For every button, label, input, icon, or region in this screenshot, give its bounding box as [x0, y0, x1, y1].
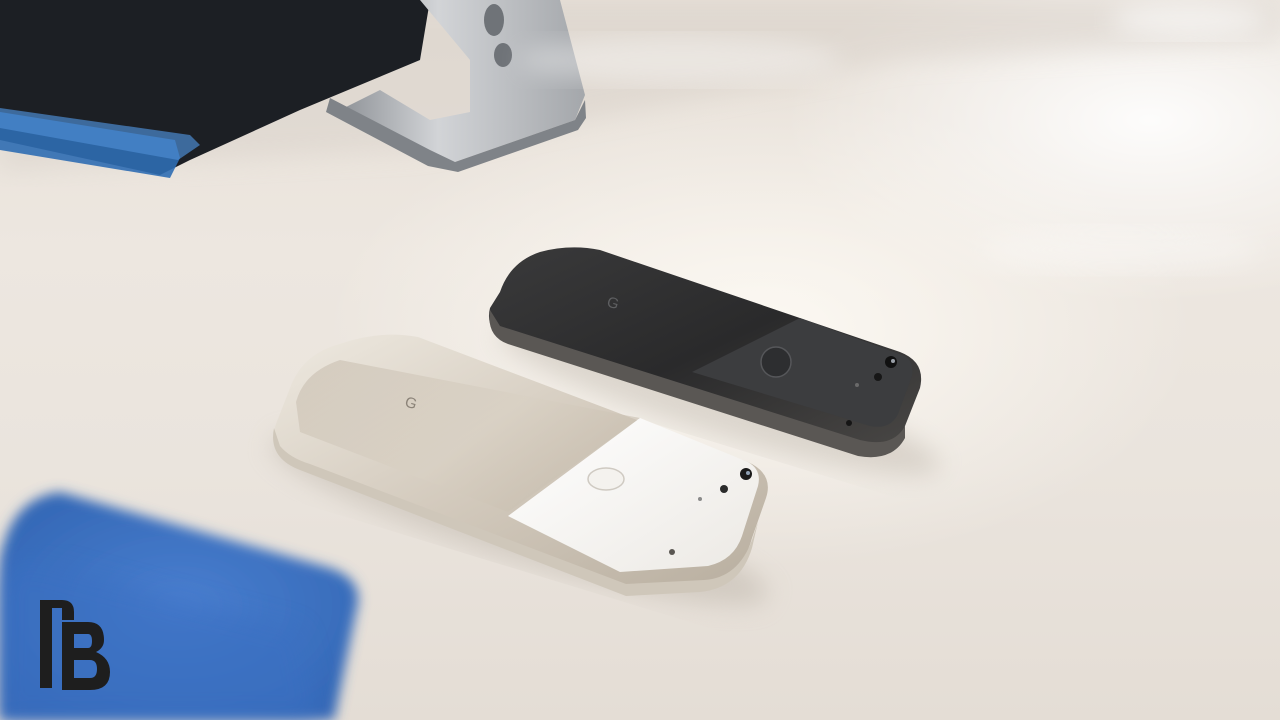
scene-illustration: G G: [0, 0, 1280, 720]
photo-scene: G G: [0, 0, 1280, 720]
